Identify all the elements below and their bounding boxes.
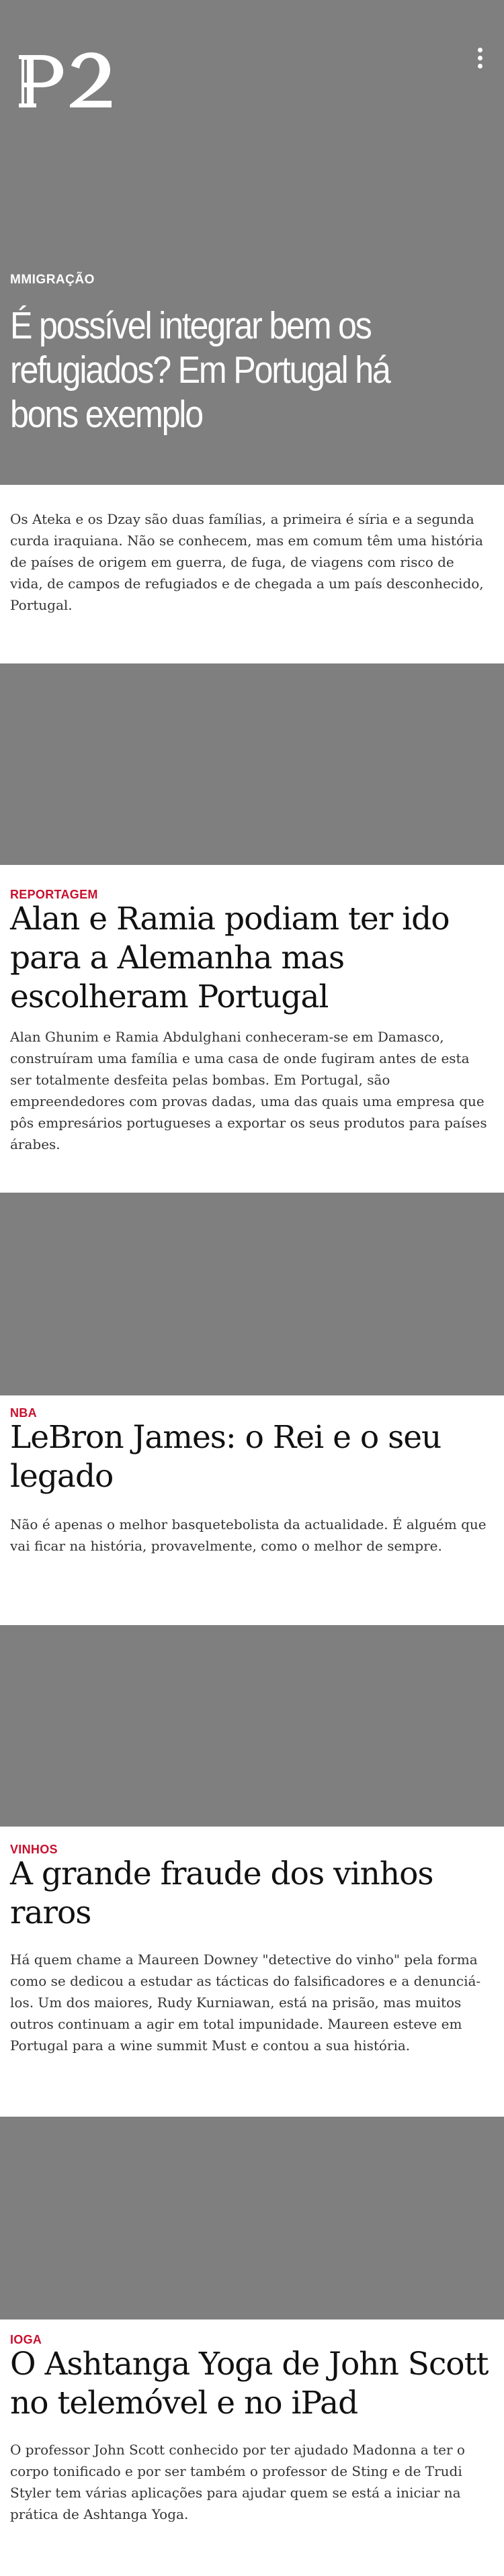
hero-category[interactable]: MMIGRAÇÃO [10,273,95,287]
article-lead: O professor John Scott conhecido por ter… [10,2442,465,2522]
article-image[interactable] [0,663,504,865]
article-headline[interactable]: LeBron James: o Rei e o seu legado [10,1418,491,1496]
article-headline[interactable]: O Ashtanga Yoga de John Scott no telemóv… [10,2345,491,2423]
article-lead: Há quem chame a Maureen Downey "detectiv… [10,1951,481,2054]
article-headline[interactable]: A grande fraude dos vinhos raros [10,1855,491,1933]
p2-logo[interactable] [19,51,113,111]
article-headline[interactable]: Alan e Ramia podiam ter ido para a Alema… [10,900,491,1017]
article-image[interactable] [0,2117,504,2319]
article-image[interactable] [0,1193,504,1395]
hero-article-image[interactable]: MMIGRAÇÃO É possível integrar bem os ref… [0,0,504,485]
article-lead: Alan Ghunim e Ramia Abdulghani conhecera… [10,1029,487,1152]
hero-headline[interactable]: É possível integrar bem os refugiados? E… [10,304,424,436]
more-vertical-icon[interactable] [470,44,489,74]
article-image[interactable] [0,1625,504,1827]
article-lead: Não é apenas o melhor basquetebolista da… [10,1516,487,1554]
hero-lead: Os Ateka e os Dzay são duas famílias, a … [10,511,484,613]
